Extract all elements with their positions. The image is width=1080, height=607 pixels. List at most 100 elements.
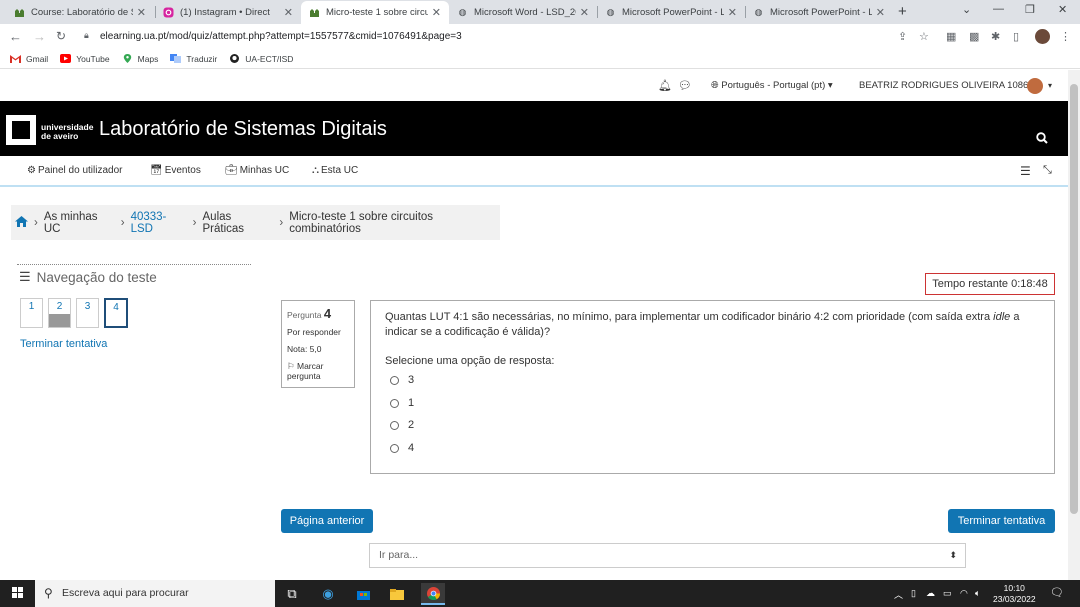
caret-down-icon[interactable]: ▾ — [1048, 81, 1052, 90]
edge-icon[interactable]: ◉ — [316, 583, 340, 605]
finish-attempt-button[interactable]: Terminar tentativa — [948, 509, 1055, 533]
close-tab-icon[interactable]: ✕ — [728, 6, 737, 19]
list-icon[interactable]: ☰ — [1020, 164, 1031, 178]
previous-page-button[interactable]: Página anterior — [281, 509, 373, 533]
breadcrumb-item-current: Micro-teste 1 sobre circuitos combinatór… — [289, 210, 434, 235]
star-icon[interactable]: ☆ — [919, 30, 929, 43]
close-tab-icon[interactable]: ✕ — [284, 6, 293, 19]
puzzle-icon[interactable]: ✱ — [991, 30, 1000, 43]
device-icon[interactable]: ▯ — [911, 588, 916, 599]
bookmark-gmail[interactable]: Gmail — [10, 54, 48, 64]
translate-icon — [170, 54, 182, 63]
jump-to-select[interactable]: Ir para... ⬍ — [369, 543, 966, 568]
reload-icon[interactable]: ↻ — [56, 29, 66, 43]
page-scrollbar[interactable] — [1068, 70, 1080, 580]
menu-dots-icon[interactable]: ⋮ — [1060, 30, 1071, 43]
wifi-icon[interactable]: ◠ — [960, 588, 968, 599]
answer-option[interactable]: 1 — [390, 397, 414, 409]
chat-icon[interactable]: 💬︎ — [678, 79, 692, 92]
breadcrumb-item[interactable]: As minhas UC — [44, 211, 115, 235]
nav-minhas-uc[interactable]: 💼︎ Minhas UC — [225, 165, 289, 176]
close-tab-icon[interactable]: ✕ — [580, 6, 589, 19]
user-name[interactable]: BEATRIZ RODRIGUES OLIVEIRA 108606 — [859, 80, 1039, 91]
cloud-icon[interactable]: ☁ — [926, 588, 935, 599]
forward-arrow-icon[interactable]: → — [33, 29, 46, 44]
close-tab-icon[interactable]: ✕ — [432, 6, 441, 19]
taskbar-search[interactable]: ⚲ Escreva aqui para procurar — [35, 580, 275, 607]
close-tab-icon[interactable]: ✕ — [137, 6, 146, 19]
share-icon[interactable]: ⇪ — [898, 30, 907, 43]
close-tab-icon[interactable]: ✕ — [876, 6, 885, 19]
radio-button[interactable] — [390, 375, 399, 385]
breadcrumb-item[interactable]: 40333-LSD — [131, 211, 187, 235]
quiz-nav-question-2[interactable]: 2 — [48, 298, 71, 328]
radio-button[interactable] — [390, 420, 399, 430]
browser-tab[interactable]: ◍ Microsoft PowerPoint - LSD ✕ — [745, 1, 893, 24]
address-bar[interactable]: 🔒︎ elearning.ua.pt/mod/quiz/attempt.php?… — [76, 26, 936, 47]
browser-tab[interactable]: ◍ Microsoft PowerPoint - LSD ✕ — [597, 1, 745, 24]
gmail-icon — [10, 55, 21, 63]
back-arrow-icon[interactable]: ← — [9, 29, 22, 44]
minimize-icon[interactable]: — — [993, 3, 1004, 15]
user-bar: 🔔︎ 💬︎ 🌐︎ Português - Portugal (pt) ▾ BEA… — [0, 70, 1068, 101]
store-icon[interactable] — [351, 583, 375, 605]
windows-start-icon[interactable] — [12, 587, 24, 599]
question-info: Pergunta 4 Por responder Nota: 5,0 ⚐ Mar… — [281, 300, 355, 388]
volume-icon[interactable]: 🔈︎ — [975, 588, 980, 599]
chrome-icon[interactable] — [421, 583, 445, 605]
answer-option[interactable]: 2 — [390, 419, 414, 431]
answer-option[interactable]: 4 — [390, 442, 414, 454]
grid-icon[interactable]: ▩ — [969, 30, 979, 43]
notification-icon[interactable]: 🗨︎ — [1050, 586, 1064, 599]
answer-prompt: Selecione uma opção de resposta: — [385, 355, 555, 367]
maps-pin-icon — [123, 54, 131, 63]
chevron-down-icon[interactable]: ⌄ — [962, 3, 971, 16]
restore-icon[interactable]: ❐ — [1025, 3, 1035, 16]
extension-icon[interactable]: ▦ — [946, 30, 956, 43]
answer-option[interactable]: 3 — [390, 374, 414, 386]
task-view-icon[interactable]: ⧉ — [280, 583, 304, 605]
expand-icon[interactable]: ⤡ — [1043, 164, 1052, 177]
radio-button[interactable] — [390, 398, 399, 408]
file-explorer-icon[interactable] — [385, 583, 409, 605]
browser-tab-active[interactable]: Micro-teste 1 sobre circuito ✕ — [301, 1, 449, 24]
github-icon — [230, 54, 240, 63]
globe-icon: ◍ — [458, 7, 467, 17]
browser-tab[interactable]: Course: Laboratório de Sist ✕ — [6, 1, 154, 24]
search-icon[interactable] — [1036, 132, 1048, 147]
taskbar-clock[interactable]: 10:10 23/03/2022 — [993, 583, 1036, 605]
bookmark-maps[interactable]: Maps — [122, 54, 158, 64]
browser-tab[interactable]: ◍ Microsoft Word - LSD_2021 ✕ — [449, 1, 597, 24]
finish-attempt-link[interactable]: Terminar tentativa — [20, 338, 107, 350]
close-window-icon[interactable]: ✕ — [1058, 3, 1067, 16]
site-title[interactable]: Laboratório de Sistemas Digitais — [99, 118, 387, 141]
profile-avatar[interactable] — [1035, 29, 1050, 44]
quiz-nav-question-4[interactable]: 4 — [104, 298, 128, 328]
bookmark-youtube[interactable]: YouTube — [60, 54, 110, 64]
quiz-nav-question-1[interactable]: 1 — [20, 298, 43, 328]
nav-esta-uc[interactable]: ⛬ Esta UC — [312, 165, 358, 176]
scroll-thumb[interactable] — [1070, 84, 1078, 514]
nav-eventos[interactable]: 📅︎ Eventos — [150, 165, 201, 176]
new-tab-icon[interactable]: + — [898, 3, 907, 20]
breadcrumb-item[interactable]: Aulas Práticas — [203, 211, 274, 235]
bookmark-ua-ect[interactable]: UA-ECT/ISD — [229, 54, 293, 64]
battery-icon[interactable]: ▭ — [943, 588, 952, 599]
home-icon[interactable] — [15, 215, 28, 230]
lock-icon: 🔒︎ — [84, 30, 89, 40]
bell-icon[interactable]: 🔔︎ — [658, 79, 672, 92]
time-remaining: Tempo restante 0:18:48 — [925, 273, 1055, 295]
chevron-up-icon[interactable]: ︿ — [894, 588, 903, 601]
radio-button[interactable] — [390, 443, 399, 453]
browser-tab[interactable]: (1) Instagram • Direct ✕ — [155, 1, 301, 24]
university-logo[interactable] — [6, 115, 36, 145]
user-avatar[interactable] — [1027, 78, 1043, 94]
flag-question[interactable]: ⚐ Marcar pergunta — [287, 361, 349, 381]
language-menu[interactable]: 🌐︎ Português - Portugal (pt) ▾ — [711, 80, 833, 91]
course-nav: ⚙︎ Painel do utilizador 📅︎ Eventos 💼︎ Minha… — [0, 156, 1068, 187]
quiz-nav-question-3[interactable]: 3 — [76, 298, 99, 328]
sidebar-icon[interactable]: ▯ — [1013, 30, 1019, 43]
nav-painel[interactable]: ⚙︎ Painel do utilizador — [27, 165, 122, 176]
globe-icon: ◍ — [606, 7, 615, 17]
bookmark-traduzir[interactable]: Traduzir — [170, 54, 217, 64]
